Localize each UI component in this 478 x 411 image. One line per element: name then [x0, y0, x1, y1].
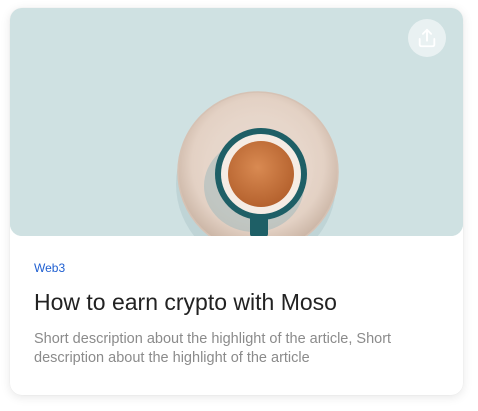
share-button[interactable] — [408, 19, 446, 57]
hero-image — [10, 8, 463, 236]
article-content: Web3 How to earn crypto with Moso Short … — [34, 260, 439, 368]
article-card[interactable]: Web3 How to earn crypto with Moso Short … — [10, 8, 463, 395]
share-upload-icon — [418, 28, 436, 48]
coffee-cup-illustration — [10, 8, 463, 236]
category-label[interactable]: Web3 — [34, 260, 439, 276]
article-description: Short description about the highlight of… — [34, 331, 392, 366]
article-title[interactable]: How to earn crypto with Moso — [34, 287, 439, 317]
